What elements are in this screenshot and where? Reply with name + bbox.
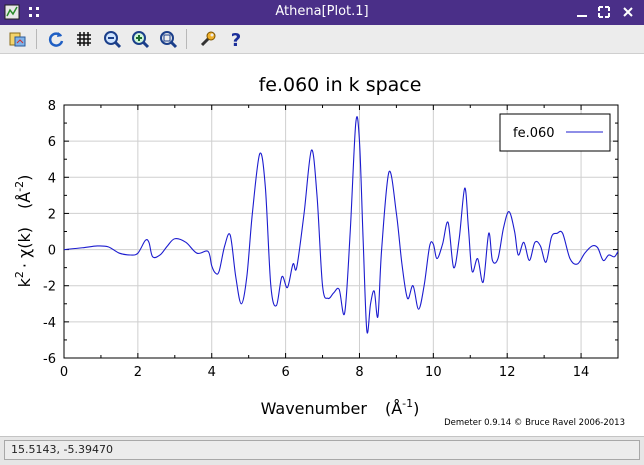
- y-tick-label: -2: [43, 280, 56, 295]
- svg-text:?: ?: [231, 30, 241, 49]
- y-tick-label: 6: [48, 135, 56, 150]
- legend-entry-label: fe.060: [513, 126, 555, 141]
- plot-area[interactable]: 0 2 4 6 8 10 12 14 8 6 4 2 0 -2 -4 -6 fe.060 in k space…: [0, 54, 644, 436]
- x-tick-label: 12: [499, 365, 516, 380]
- window-titlebar[interactable]: Athena[Plot.1]: [0, 0, 644, 25]
- x-tick-label: 8: [355, 365, 363, 380]
- help-icon[interactable]: ?: [224, 27, 248, 51]
- maximize-icon[interactable]: [596, 4, 612, 20]
- settings-wrench-icon[interactable]: [196, 27, 220, 51]
- y-tick-label: 4: [48, 171, 56, 186]
- close-icon[interactable]: [620, 4, 636, 20]
- x-tick-label: 2: [134, 365, 142, 380]
- x-tick-label: 14: [573, 365, 590, 380]
- open-file-icon[interactable]: [6, 27, 30, 51]
- grid-icon[interactable]: [72, 27, 96, 51]
- cursor-coordinates: 15.5143, -5.39470: [4, 440, 640, 460]
- y-tick-label: 2: [48, 207, 56, 222]
- toolbar-separator: [36, 29, 37, 49]
- x-tick-label: 0: [60, 365, 68, 380]
- y-axis-label: k2· χ(k)(Å-2): [13, 175, 34, 288]
- zoom-in-icon[interactable]: [128, 27, 152, 51]
- chart-legend: fe.060: [499, 113, 611, 152]
- chart-title: fe.060 in k space: [259, 74, 422, 96]
- chart-canvas[interactable]: 0 2 4 6 8 10 12 14 8 6 4 2 0 -2 -4 -6 fe.060 in k space…: [0, 54, 644, 436]
- window-title: Athena[Plot.1]: [275, 4, 369, 19]
- status-bar: 15.5143, -5.39470: [0, 436, 644, 465]
- y-tick-label: 8: [48, 99, 56, 114]
- credit-text: Demeter 0.9.14 © Bruce Ravel 2006-2013: [444, 418, 625, 428]
- x-axis-label: Wavenumber (Å-1): [261, 397, 420, 418]
- refresh-icon[interactable]: [44, 27, 68, 51]
- y-tick-label: -4: [43, 316, 56, 331]
- minimize-icon[interactable]: [574, 4, 590, 20]
- toolbar: ?: [0, 25, 644, 54]
- x-tick-label: 6: [281, 365, 289, 380]
- y-tick-label: 0: [48, 244, 56, 259]
- zoom-out-icon[interactable]: [100, 27, 124, 51]
- toolbar-separator: [186, 29, 187, 49]
- x-tick-label: 10: [425, 365, 442, 380]
- y-tick-label: -6: [43, 352, 56, 367]
- zoom-fit-icon[interactable]: [156, 27, 180, 51]
- x-tick-label: 4: [208, 365, 216, 380]
